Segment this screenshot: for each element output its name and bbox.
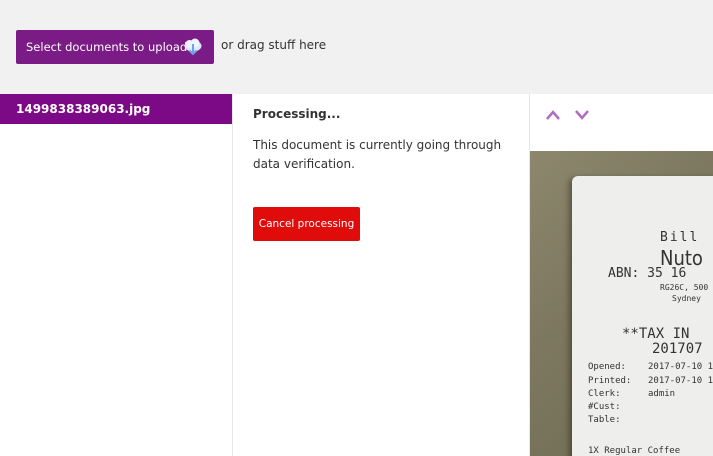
receipt-address-1: RG26C, 500: [660, 283, 709, 292]
chevron-up-icon[interactable]: [545, 106, 561, 120]
receipt-image: Bill Nuto ABN: 35 16 RG26C, 500 Sydney *…: [530, 151, 713, 456]
receipt-table-label: Table:: [588, 415, 621, 425]
receipt-printed-label: Printed:: [588, 376, 632, 386]
receipt-paper: Bill Nuto ABN: 35 16 RG26C, 500 Sydney *…: [572, 176, 713, 456]
receipt-clerk-label: Clerk:: [588, 389, 621, 399]
receipt-date: 201707: [652, 341, 703, 357]
cloud-upload-icon: [183, 38, 203, 56]
select-documents-button[interactable]: Select documents to upload: [16, 30, 214, 64]
upload-button-label: Select documents to upload: [26, 40, 188, 54]
status-title: Processing...: [253, 107, 341, 121]
status-panel: Processing... This document is currently…: [233, 94, 530, 456]
receipt-item: 1X Regular Coffee: [588, 446, 681, 456]
status-description: This document is currently going through…: [253, 138, 502, 171]
receipt-abn: ABN: 35 16: [608, 266, 687, 281]
cancel-processing-button[interactable]: Cancel processing: [253, 207, 360, 241]
drag-hint: or drag stuff here: [221, 38, 327, 52]
file-list-item-selected[interactable]: 1499838389063.jpg: [0, 94, 232, 124]
receipt-address-2: Sydney: [672, 294, 701, 303]
document-preview: Bill Nuto ABN: 35 16 RG26C, 500 Sydney *…: [530, 94, 713, 456]
receipt-tax-header: **TAX IN: [622, 326, 690, 342]
receipt-printed-value: 2017-07-10 1: [648, 376, 713, 386]
chevron-down-icon[interactable]: [574, 106, 590, 120]
receipt-cust-label: #Cust:: [588, 402, 621, 412]
receipt-opened-label: Opened:: [588, 362, 626, 372]
receipt-opened-value: 2017-07-10 1: [648, 362, 713, 372]
receipt-clerk-value: admin: [648, 389, 676, 399]
receipt-bill: Bill: [660, 230, 700, 245]
file-list: 1499838389063.jpg: [0, 94, 233, 456]
upload-toolbar: Select documents to upload or drag stuff…: [0, 0, 713, 94]
